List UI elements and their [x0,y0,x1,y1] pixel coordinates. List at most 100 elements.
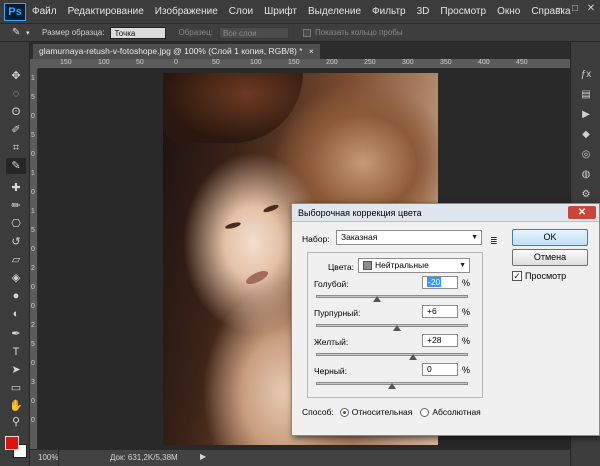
menu-image[interactable]: Изображение [155,6,218,17]
slider-value-input[interactable]: -20 [422,276,458,289]
sample-select[interactable]: Все слои [218,26,289,39]
status-menu-icon[interactable]: ▶ [200,452,206,461]
document-info: Док: 631,2K/5,38M [110,453,178,462]
preview-checkbox[interactable]: ✓ [512,271,522,281]
colors-select[interactable]: Нейтральные ▼ [358,258,470,273]
photo-lips [244,268,270,287]
slider-track[interactable] [316,353,468,360]
crop-tool-icon[interactable]: ⌗ [6,140,26,156]
ruler-tick-label: 150 [60,59,72,66]
preset-select[interactable]: Заказная ▼ [336,230,482,245]
healing-brush-tool-icon[interactable]: ✚ [6,180,26,196]
preview-toggle[interactable]: ✓ Просмотр [512,271,566,281]
properties-icon[interactable]: ⚙ [579,188,593,202]
slider-track[interactable] [316,295,468,302]
menu-file[interactable]: Файл [32,6,57,17]
slider-track[interactable] [316,324,468,331]
foreground-color-swatch[interactable] [5,436,19,450]
lasso-tool-icon[interactable]: ʘ [6,104,26,120]
navigator-icon[interactable]: ▤ [579,88,593,102]
eraser-tool-icon[interactable]: ▱ [6,252,26,268]
options-bar: ✎ ▾ Размер образца: Точка Образец: Все с… [0,24,600,42]
ruler-tick-label: 1 [31,170,35,177]
tool-preset-dropdown-icon[interactable]: ▾ [26,29,34,37]
adjustments-icon[interactable]: ƒx [579,68,593,82]
status-divider [58,450,59,466]
dodge-tool-icon[interactable]: ◐ [6,306,26,322]
actions-play-icon[interactable]: ▶ [579,108,593,122]
minimize-button[interactable]: – [552,3,566,15]
menu-window[interactable]: Окно [497,6,520,17]
brush-tool-icon[interactable]: ✏ [6,198,26,214]
cancel-button[interactable]: Отмена [512,249,588,266]
ruler-tick-label: 0 [31,113,35,120]
menu-view[interactable]: Просмотр [440,6,486,17]
type-tool-icon[interactable]: T [6,344,26,360]
marquee-tool-icon[interactable]: ◌ [6,86,26,102]
method-absolute-label[interactable]: Абсолютная [432,407,480,417]
menu-filter[interactable]: Фильтр [372,6,406,17]
maximize-button[interactable]: □ [568,3,582,15]
method-label: Способ: [302,407,334,417]
hand-tool-icon[interactable]: ✋ [6,398,26,414]
ruler-tick-label: 350 [440,59,452,66]
history-brush-tool-icon[interactable]: ↺ [6,234,26,250]
slider-value-text: +6 [427,306,437,316]
path-selection-tool-icon[interactable]: ➤ [6,362,26,378]
percent-sign: % [462,307,471,317]
blur-tool-icon[interactable]: ● [6,288,26,304]
menu-type[interactable]: Шрифт [264,6,297,17]
method-relative-label[interactable]: Относительная [352,407,413,417]
slider-value-input[interactable]: +28 [422,334,458,347]
slider-value-input[interactable]: +6 [422,305,458,318]
percent-sign: % [462,278,471,288]
menu-layers[interactable]: Слои [229,6,253,17]
eyedropper-tool-icon[interactable]: ✎ [6,158,26,174]
slider-thumb[interactable] [409,354,417,360]
ruler-tick-label: 0 [174,59,178,66]
close-tab-icon[interactable]: × [309,46,314,56]
ruler-tick-label: 400 [478,59,490,66]
quick-select-tool-icon[interactable]: ✐ [6,122,26,138]
color-swatches[interactable] [5,436,29,460]
menu-3d[interactable]: 3D [417,6,430,17]
ruler-tick-label: 100 [250,59,262,66]
clone-stamp-tool-icon[interactable]: ⎔ [6,216,26,232]
photoshop-logo: Ps [4,2,26,21]
move-tool-icon[interactable]: ✥ [6,68,26,84]
slider-value-text: 0 [427,364,432,374]
zoom-level[interactable]: 100% [38,453,58,462]
channels-icon[interactable]: ◎ [579,148,593,162]
layers-icon[interactable]: ◆ [579,128,593,142]
dialog-close-button[interactable]: ✕ [568,206,596,219]
paths-icon[interactable]: ◍ [579,168,593,182]
menu-bar: Ps Файл Редактирование Изображение Слои … [0,0,600,24]
document-tab[interactable]: glamurnaya-retush-v-fotoshope.jpg @ 100%… [33,44,320,59]
ok-button[interactable]: OK [512,229,588,246]
method-absolute-radio[interactable] [420,407,430,417]
colors-value: Нейтральные [375,260,429,270]
close-window-button[interactable]: ✕ [584,3,598,15]
sample-size-select[interactable]: Точка [110,26,167,39]
pen-tool-icon[interactable]: ✒ [6,326,26,342]
paint-bucket-tool-icon[interactable]: ◈ [6,270,26,286]
zoom-tool-icon[interactable]: ⚲ [6,414,26,430]
method-relative-radio[interactable] [339,407,349,417]
preset-options-icon[interactable]: ≣ [490,236,500,246]
slider-thumb[interactable] [388,383,396,389]
slider-thumb[interactable] [392,325,401,331]
ruler-tick-label: 5 [31,341,35,348]
slider-thumb[interactable] [373,296,381,302]
slider-label: Желтый: [314,337,349,347]
menu-select[interactable]: Выделение [308,6,361,17]
show-ring-checkbox[interactable] [302,28,311,37]
rectangle-tool-icon[interactable]: ▭ [6,380,26,396]
sample-size-label: Размер образца: [42,28,105,37]
slider-value-input[interactable]: 0 [422,363,458,376]
dialog-title[interactable]: Выборочная коррекция цвета [292,204,599,222]
slider-track[interactable] [316,382,468,389]
ruler-tick-label: 3 [31,379,35,386]
menu-edit[interactable]: Редактирование [68,6,144,17]
eyedropper-icon[interactable]: ✎ [12,27,26,38]
show-ring-label: Показать кольцо пробы [314,28,403,37]
